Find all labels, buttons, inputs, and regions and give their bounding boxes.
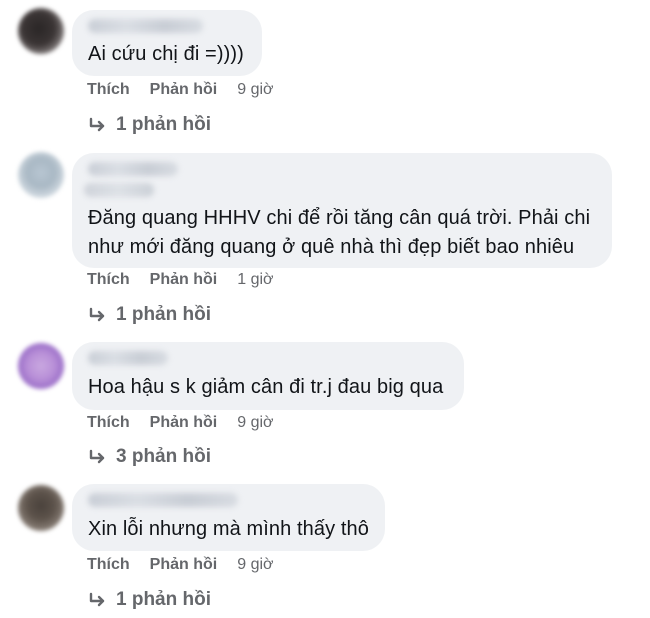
reply-arrow-icon <box>89 592 105 607</box>
avatar[interactable] <box>18 343 64 389</box>
avatar[interactable] <box>18 152 64 198</box>
like-button[interactable]: Thích <box>87 556 130 574</box>
commenter-name-blurred[interactable] <box>88 162 178 176</box>
comment-text-line-2: như mới đăng quang ở quê nhà thì đẹp biế… <box>88 236 575 258</box>
reply-button[interactable]: Phản hồi <box>150 414 218 432</box>
comment-text: Hoa hậu s k giảm cân đi tr.j đau big qua <box>88 376 444 398</box>
comment-bubble: Ai cứu chị đi =)))) <box>72 10 262 76</box>
reply-arrow-icon <box>89 307 105 322</box>
comment-actions: Thích Phản hồi 9 giờ <box>87 556 274 578</box>
commenter-name-blurred[interactable] <box>84 183 154 197</box>
commenter-name-blurred[interactable] <box>88 493 238 507</box>
comment-actions: Thích Phản hồi 9 giờ <box>87 414 274 436</box>
comment-text-line-1: Đăng quang HHHV chi để rồi tăng cân quá … <box>88 207 591 229</box>
view-replies-link[interactable]: 1 phản hồi <box>88 113 211 137</box>
view-replies-link[interactable]: 3 phản hồi <box>88 445 211 469</box>
commenter-name-blurred[interactable] <box>88 19 203 33</box>
comment-bubble: Hoa hậu s k giảm cân đi tr.j đau big qua <box>72 342 464 410</box>
comment-timestamp[interactable]: 9 giờ <box>237 414 273 432</box>
like-button[interactable]: Thích <box>87 271 130 289</box>
view-replies-link[interactable]: 1 phản hồi <box>88 588 211 612</box>
comment-text: Xin lỗi nhưng mà mình thấy thô <box>88 518 369 540</box>
comment-text: Ai cứu chị đi =)))) <box>88 43 244 65</box>
replies-count-label: 1 phản hồi <box>116 589 211 610</box>
avatar[interactable] <box>18 8 64 54</box>
comment-bubble: Đăng quang HHHV chi để rồi tăng cân quá … <box>72 153 612 268</box>
comment-timestamp[interactable]: 9 giờ <box>237 556 273 574</box>
commenter-name-blurred[interactable] <box>88 351 168 365</box>
comment-timestamp[interactable]: 9 giờ <box>237 81 273 99</box>
view-replies-link[interactable]: 1 phản hồi <box>88 303 211 327</box>
comment-bubble: Xin lỗi nhưng mà mình thấy thô <box>72 484 385 551</box>
comment-actions: Thích Phản hồi 1 giờ <box>87 271 274 293</box>
comment-timestamp[interactable]: 1 giờ <box>237 271 273 289</box>
like-button[interactable]: Thích <box>87 414 130 432</box>
replies-count-label: 1 phản hồi <box>116 114 211 135</box>
avatar[interactable] <box>18 485 64 531</box>
comment-actions: Thích Phản hồi 9 giờ <box>87 81 274 103</box>
reply-arrow-icon <box>89 117 105 132</box>
replies-count-label: 3 phản hồi <box>116 446 211 467</box>
reply-button[interactable]: Phản hồi <box>150 81 218 99</box>
reply-arrow-icon <box>89 449 105 464</box>
reply-button[interactable]: Phản hồi <box>150 556 218 574</box>
like-button[interactable]: Thích <box>87 81 130 99</box>
reply-button[interactable]: Phản hồi <box>150 271 218 289</box>
replies-count-label: 1 phản hồi <box>116 304 211 325</box>
